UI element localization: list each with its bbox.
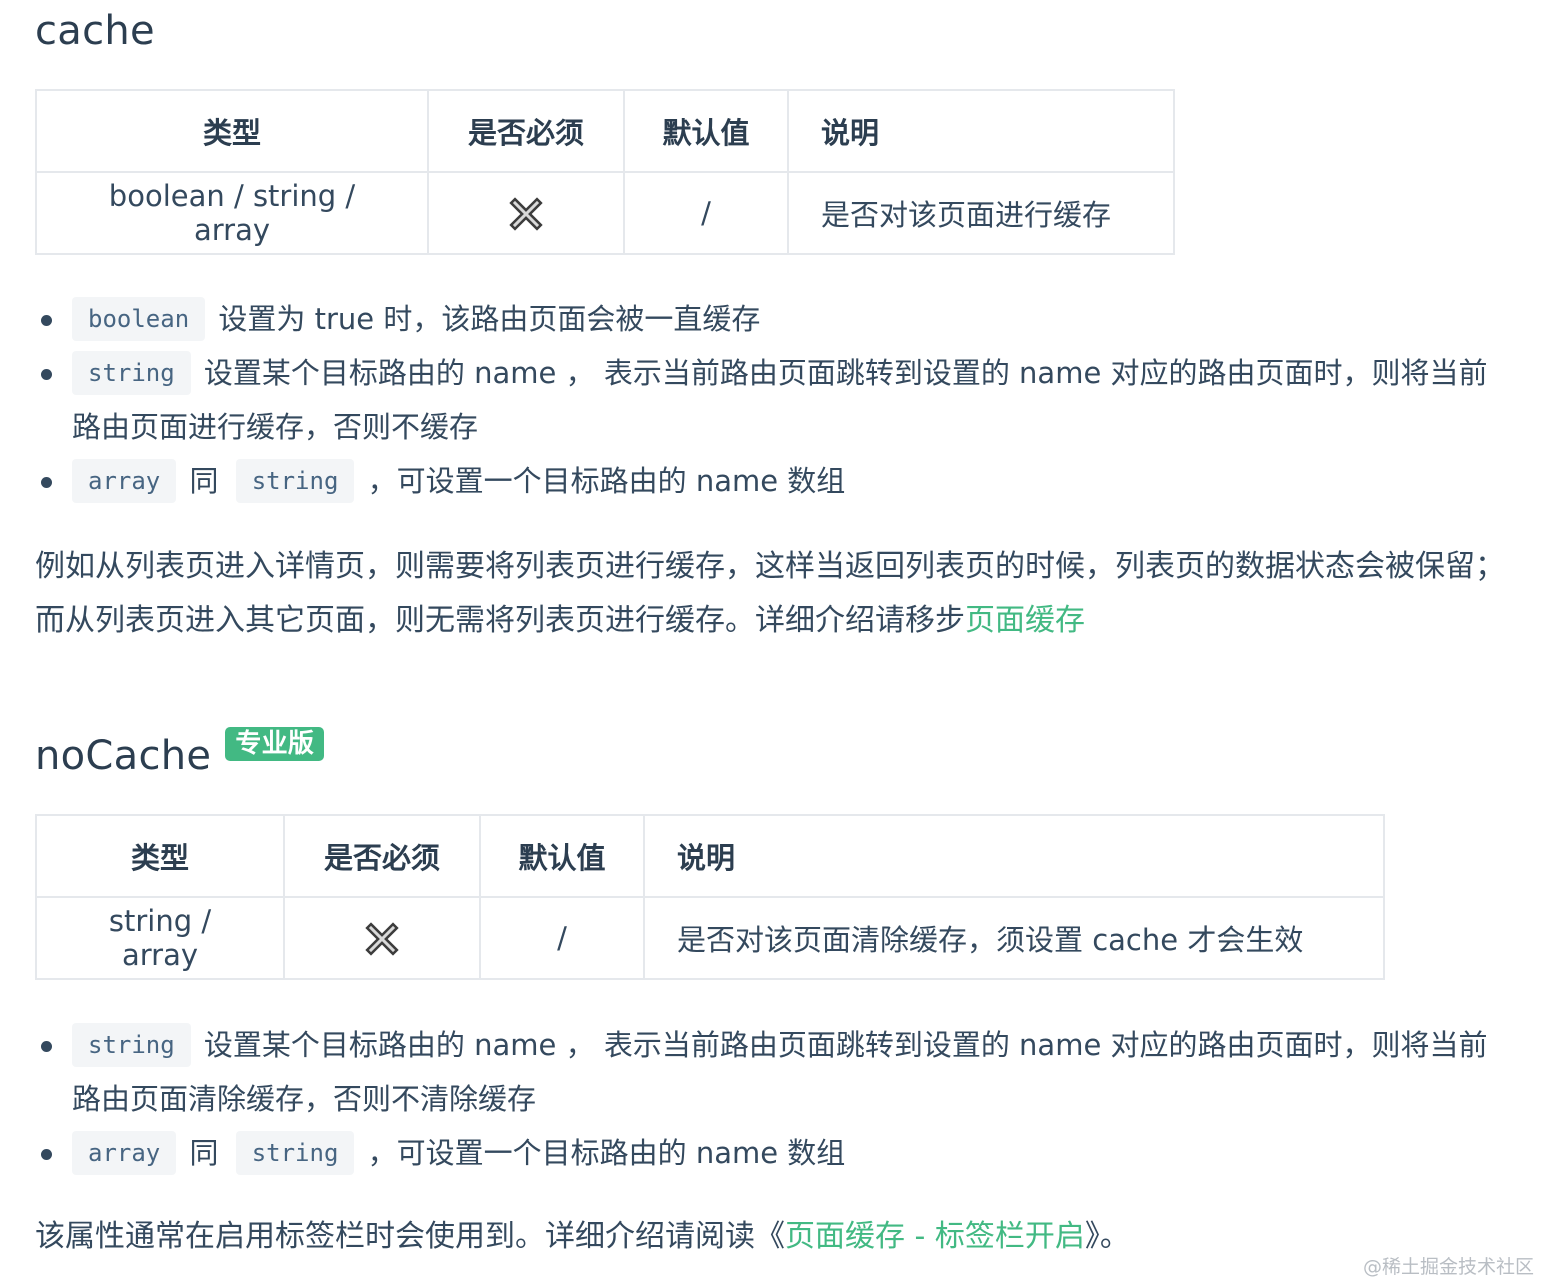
inline-code: string (235, 1131, 355, 1175)
watermark: @稀土掘金技术社区 (1362, 1256, 1534, 1278)
page-cache-link[interactable]: 页面缓存 (965, 603, 1085, 638)
list-item: boolean 设置为 true 时，该路由页面会被一直缓存 (35, 292, 1505, 346)
header-type: 类型 (35, 814, 285, 898)
list-item: array 同 string ，可设置一个目标路由的 name 数组 (35, 454, 1505, 508)
nocache-paragraph: 该属性通常在启用标签栏时会使用到。详细介绍请阅读《页面缓存 - 标签栏开启》。 (35, 1210, 1515, 1264)
cell-type: string / array (35, 896, 285, 980)
inline-code: array (72, 1131, 177, 1175)
header-required: 是否必须 (283, 814, 481, 898)
nocache-bullet-list: string 设置某个目标路由的 name ， 表示当前路由页面跳转到设置的 n… (35, 1018, 1505, 1180)
header-default: 默认值 (479, 814, 645, 898)
table-header-row: 类型 是否必须 默认值 说明 (35, 814, 1385, 898)
table-header-row: 类型 是否必须 默认值 说明 (35, 89, 1175, 173)
list-item-text: 设置某个目标路由的 name ， 表示当前路由页面跳转到设置的 name 对应的… (72, 1028, 1488, 1116)
nocache-table: 类型 是否必须 默认值 说明 string / array / 是否对该页面清除… (35, 814, 1385, 980)
cell-type: boolean / string / array (35, 171, 429, 255)
cell-required (283, 896, 481, 980)
header-required: 是否必须 (427, 89, 625, 173)
header-description: 说明 (643, 814, 1385, 898)
list-item-text: 设置某个目标路由的 name ， 表示当前路由页面跳转到设置的 name 对应的… (72, 356, 1488, 444)
pro-badge: 专业版 (225, 727, 325, 761)
header-default: 默认值 (623, 89, 789, 173)
inline-code: string (235, 459, 355, 503)
list-item: string 设置某个目标路由的 name ， 表示当前路由页面跳转到设置的 n… (35, 1018, 1505, 1126)
cross-icon (509, 197, 543, 231)
inline-code: array (72, 459, 177, 503)
inline-code: string (72, 1023, 191, 1067)
table-row: string / array / 是否对该页面清除缓存，须设置 cache 才会… (35, 896, 1385, 980)
cross-icon (365, 922, 399, 956)
tabbar-cache-link[interactable]: 页面缓存 - 标签栏开启 (785, 1219, 1085, 1254)
paragraph-text: 》。 (1084, 1219, 1130, 1254)
cell-description: 是否对该页面进行缓存 (787, 171, 1175, 255)
list-item-text: 设置为 true 时，该路由页面会被一直缓存 (218, 302, 761, 336)
nocache-heading: noCache 专业版 (35, 727, 325, 779)
list-item-text: ，可设置一个目标路由的 name 数组 (367, 1136, 846, 1170)
list-item-text: ，可设置一个目标路由的 name 数组 (367, 464, 846, 498)
paragraph-text: 该属性通常在启用标签栏时会使用到。详细介绍请阅读《 (35, 1219, 785, 1254)
nocache-title: noCache (35, 733, 212, 779)
header-type: 类型 (35, 89, 429, 173)
list-item-text: 同 (189, 464, 219, 498)
inline-code: string (72, 351, 191, 395)
cache-heading: cache (35, 8, 155, 54)
cell-description: 是否对该页面清除缓存，须设置 cache 才会生效 (643, 896, 1385, 980)
cache-paragraph: 例如从列表页进入详情页，则需要将列表页进行缓存，这样当返回列表页的时候，列表页的… (35, 540, 1515, 648)
cache-table: 类型 是否必须 默认值 说明 boolean / string / array (35, 89, 1175, 255)
inline-code: boolean (72, 297, 206, 341)
cache-bullet-list: boolean 设置为 true 时，该路由页面会被一直缓存 string 设置… (35, 292, 1505, 508)
paragraph-text: 例如从列表页进入详情页，则需要将列表页进行缓存，这样当返回列表页的时候，列表页的… (35, 549, 1505, 638)
table-row: boolean / string / array / 是否对该页面进行缓存 (35, 171, 1175, 255)
list-item: string 设置某个目标路由的 name ， 表示当前路由页面跳转到设置的 n… (35, 346, 1505, 454)
header-description: 说明 (787, 89, 1175, 173)
cell-default: / (479, 896, 645, 980)
list-item: array 同 string ，可设置一个目标路由的 name 数组 (35, 1126, 1505, 1180)
cell-required (427, 171, 625, 255)
cell-default: / (623, 171, 789, 255)
list-item-text: 同 (189, 1136, 219, 1170)
